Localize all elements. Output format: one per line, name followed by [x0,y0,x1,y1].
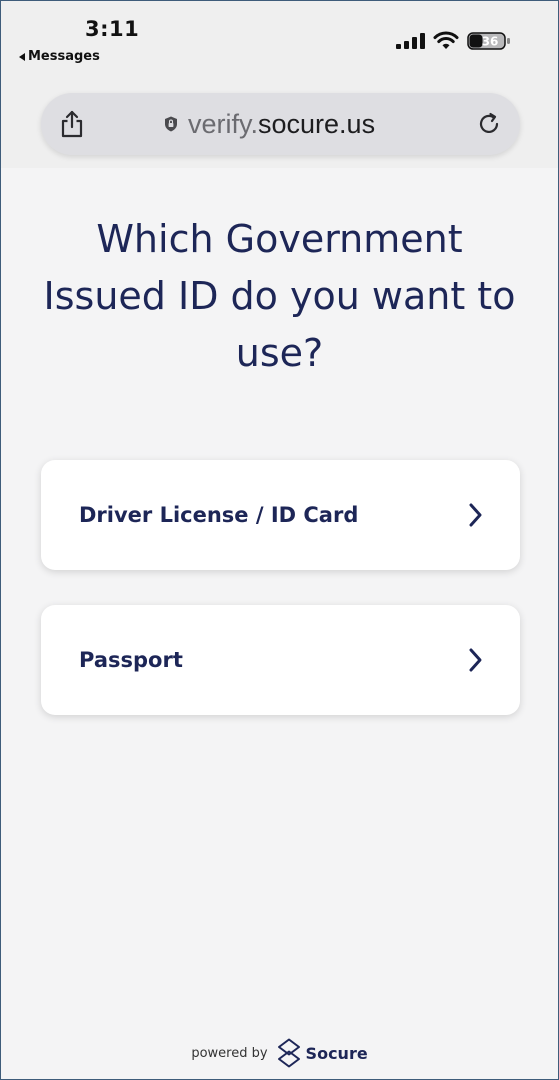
option-label: Driver License / ID Card [79,503,359,527]
url-domain: socure.us [258,108,376,139]
chevron-right-icon [469,648,482,672]
shield-lock-icon [165,116,177,132]
powered-by-text: powered by [191,1045,268,1061]
browser-toolbar: verify.socure.us [1,71,558,168]
socure-logo-icon [277,1038,300,1068]
page-title: Which Government Issued ID do you want t… [21,211,538,382]
back-arrow-icon [19,52,25,61]
reload-icon[interactable] [476,111,502,137]
address-bar[interactable]: verify.socure.us [41,93,520,155]
status-bar: 3:11 Messages 36 [1,1,558,71]
url-display[interactable]: verify.socure.us [164,107,375,141]
option-label: Passport [79,648,183,672]
cellular-signal-icon [396,33,425,49]
wifi-icon [433,31,459,49]
back-link-label: Messages [28,49,100,64]
battery-icon: 36 [467,32,510,50]
status-time: 3:11 [85,17,140,41]
chevron-right-icon [469,503,482,527]
footer: powered by Socure [1,1035,558,1071]
page-title-line-1: Which Government [96,217,463,261]
share-icon[interactable] [59,110,85,138]
url-text: verify.socure.us [188,109,375,140]
back-to-messages-link[interactable]: Messages [19,49,100,64]
phone-screen: 3:11 Messages 36 verify.socure.us Which … [0,0,559,1080]
brand-name: Socure [305,1043,368,1063]
option-driver-license-button[interactable]: Driver License / ID Card [41,460,520,570]
page-title-line-3: use? [235,331,324,375]
option-passport-button[interactable]: Passport [41,605,520,715]
url-subdomain: verify. [188,108,259,139]
battery-level-text: 36 [482,35,499,49]
page-title-line-2: Issued ID do you want to [43,274,516,318]
